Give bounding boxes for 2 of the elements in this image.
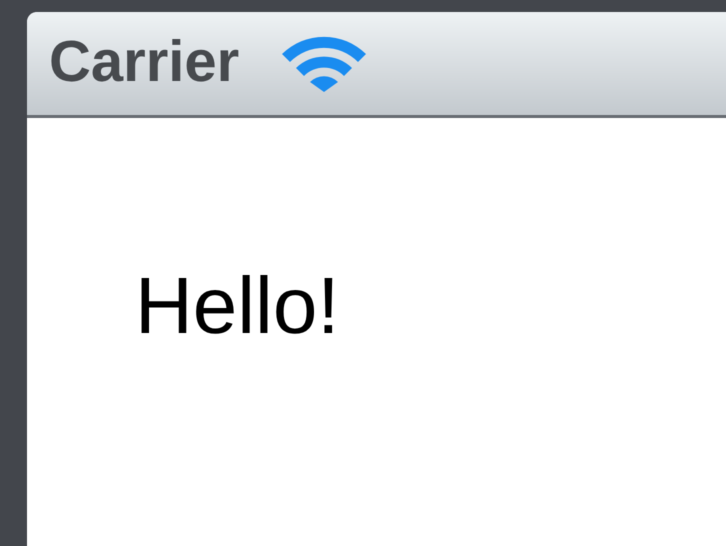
hello-label: Hello! bbox=[135, 261, 340, 350]
carrier-label: Carrier bbox=[49, 32, 240, 90]
